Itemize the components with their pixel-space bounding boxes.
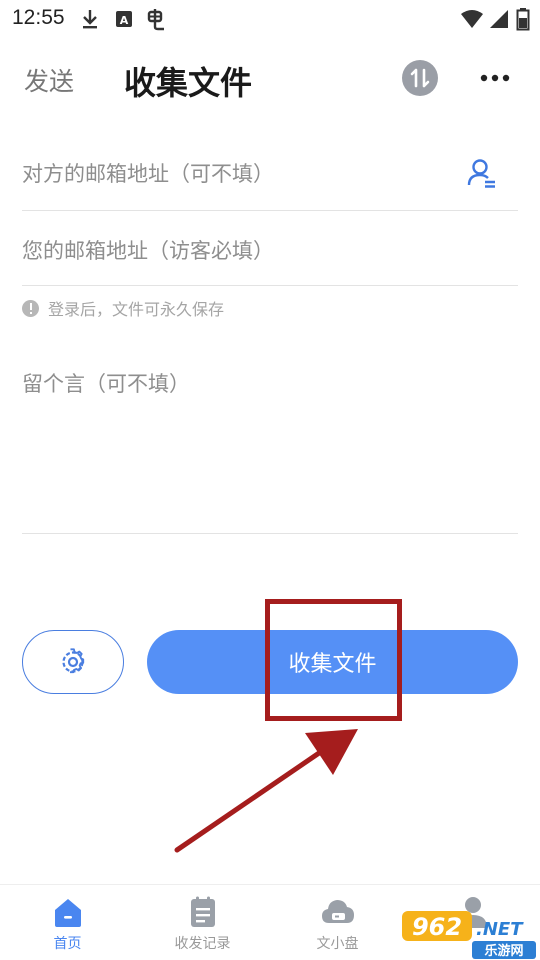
nav-item-cloud-drive[interactable]: 文小盘 xyxy=(270,885,405,960)
status-bar: 12:55 A xyxy=(0,0,540,38)
svg-text:A: A xyxy=(120,14,129,27)
tab-send[interactable]: 发送 xyxy=(24,62,74,98)
divider xyxy=(22,285,518,286)
swap-vertical-icon[interactable] xyxy=(402,60,438,96)
login-hint: 登录后，文件可永久保存 xyxy=(22,296,224,320)
svg-text:乐游网: 乐游网 xyxy=(484,943,523,959)
svg-text:962: 962 xyxy=(412,913,462,941)
home-icon xyxy=(54,899,81,927)
nav-item-home[interactable]: 首页 xyxy=(0,885,135,960)
divider xyxy=(22,533,518,534)
your-email-input[interactable]: 您的邮箱地址（访客必填） xyxy=(22,235,518,265)
settings-button[interactable] xyxy=(22,630,124,694)
app-header: 发送 收集文件 xyxy=(0,44,540,114)
page-title: 收集文件 xyxy=(124,64,253,102)
nav-item-records[interactable]: 收发记录 xyxy=(135,885,270,960)
nav-label-records: 收发记录 xyxy=(174,936,231,952)
recipient-email-placeholder: 对方的邮箱地址（可不填） xyxy=(22,162,274,186)
more-dots-icon[interactable] xyxy=(476,64,514,92)
recipient-email-input[interactable]: 对方的邮箱地址（可不填） xyxy=(22,158,518,188)
svg-text:.NET: .NET xyxy=(476,919,524,940)
login-hint-text: 登录后，文件可永久保存 xyxy=(48,300,225,319)
contact-person-icon[interactable] xyxy=(466,156,498,190)
nav-label-cloud-drive: 文小盘 xyxy=(316,936,359,952)
cloud-drive-icon xyxy=(321,900,354,923)
records-icon xyxy=(190,896,215,927)
your-email-placeholder: 您的邮箱地址（访客必填） xyxy=(22,239,274,263)
wifi-icon xyxy=(461,10,483,28)
battery-icon xyxy=(516,8,530,31)
gear-icon xyxy=(62,648,85,674)
download-icon xyxy=(83,10,97,29)
message-textarea[interactable]: 留个言（可不填） xyxy=(22,368,518,528)
bug-icon xyxy=(147,9,164,31)
divider xyxy=(22,210,518,211)
annotation-highlight-box xyxy=(265,599,402,721)
message-placeholder: 留个言（可不填） xyxy=(22,372,190,396)
info-icon xyxy=(22,299,39,317)
signal-icon xyxy=(490,10,508,28)
font-app-icon: A xyxy=(116,11,132,27)
watermark-logo: 962 .NET 乐游网 xyxy=(402,911,536,959)
nav-label-home: 首页 xyxy=(53,936,82,952)
status-time: 12:55 xyxy=(12,6,65,29)
